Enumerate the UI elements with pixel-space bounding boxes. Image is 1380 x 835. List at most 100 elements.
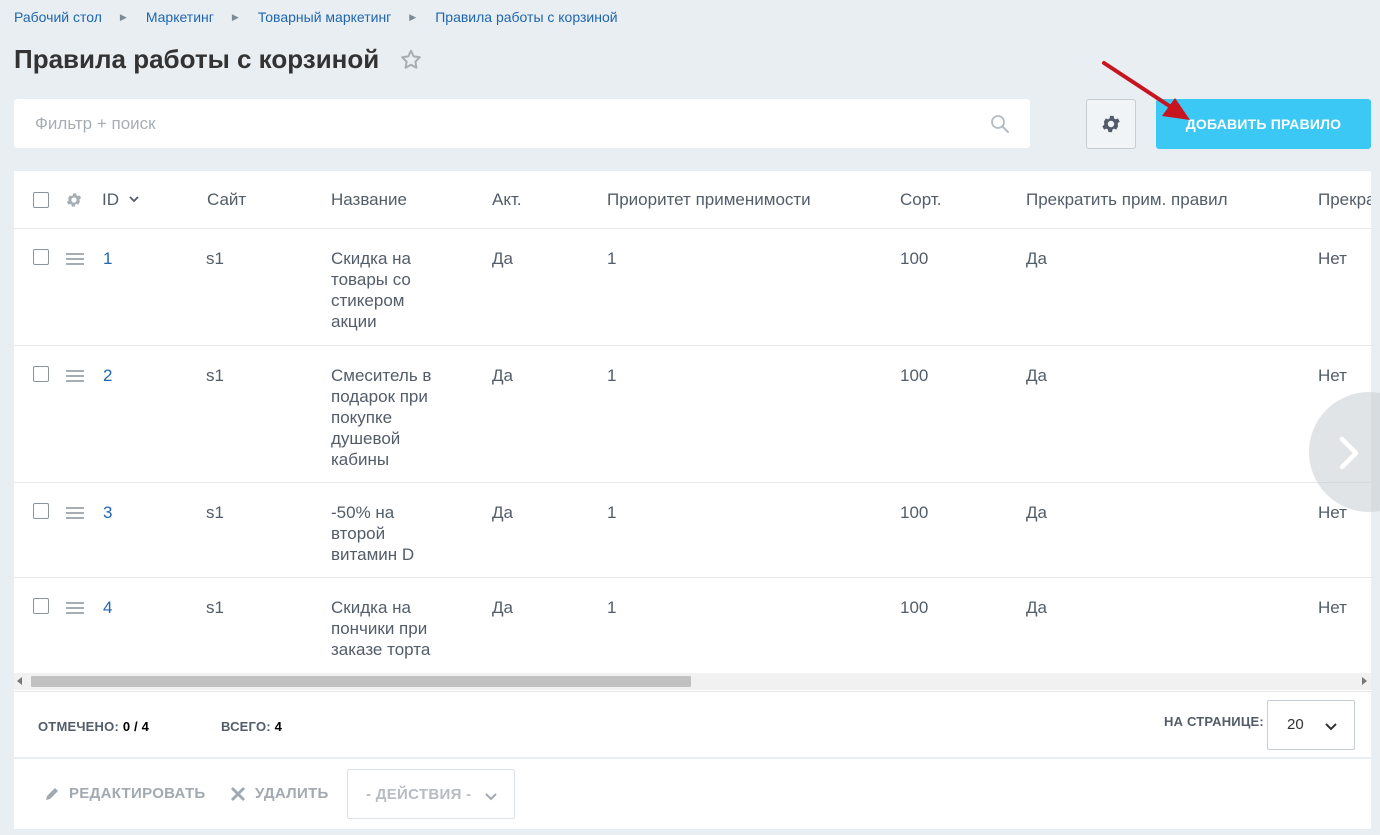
column-header-stop-rules[interactable]: Прекратить прим. правил — [1026, 189, 1228, 210]
row-priority: 1 — [607, 249, 617, 268]
breadcrumb-item-cart-rules[interactable]: Правила работы с корзиной — [435, 9, 617, 25]
per-page-label: НА СТРАНИЦЕ: — [1164, 714, 1264, 729]
row-id-link[interactable]: 1 — [103, 248, 112, 269]
page-title: Правила работы с корзиной — [14, 44, 380, 74]
total-count-label: ВСЕГО: — [221, 719, 271, 734]
row-site: s1 — [206, 503, 224, 522]
row-stop-further: Нет — [1318, 366, 1347, 385]
add-rule-button[interactable]: ДОБАВИТЬ ПРАВИЛО — [1156, 99, 1371, 149]
row-checkbox[interactable] — [33, 503, 49, 519]
row-site: s1 — [206, 598, 224, 617]
row-site: s1 — [206, 249, 224, 268]
page-title-row: Правила работы с корзиной — [14, 44, 423, 75]
row-stop-rules: Да — [1026, 249, 1047, 268]
row-stop-further: Нет — [1318, 598, 1347, 617]
drag-handle-icon[interactable] — [66, 369, 84, 383]
edit-button[interactable]: РЕДАКТИРОВАТЬ — [44, 785, 206, 802]
row-priority: 1 — [607, 503, 617, 522]
row-active: Да — [492, 503, 513, 522]
total-count-value: 4 — [274, 719, 283, 734]
row-name: -50% на второй витамин D — [331, 503, 415, 564]
row-sort: 100 — [900, 598, 929, 617]
column-header-name[interactable]: Название — [331, 189, 407, 210]
filter-search-box — [14, 99, 1030, 148]
row-id-link[interactable]: 4 — [103, 597, 112, 618]
chevron-right-icon: ▶ — [119, 11, 127, 22]
column-header-site[interactable]: Сайт — [207, 189, 246, 210]
column-header-id-label: ID — [102, 190, 119, 209]
row-checkbox[interactable] — [33, 598, 49, 614]
row-stop-rules: Да — [1026, 366, 1047, 385]
chevron-down-icon — [1325, 723, 1337, 731]
scroll-right-arrow-icon[interactable] — [1362, 677, 1367, 685]
row-checkbox[interactable] — [33, 249, 49, 265]
column-settings-icon[interactable] — [65, 191, 83, 214]
selected-count-value: 0 / 4 — [122, 719, 150, 734]
breadcrumb: Рабочий стол ▶ Маркетинг ▶ Товарный марк… — [14, 9, 618, 25]
breadcrumb-item-marketing[interactable]: Маркетинг — [146, 9, 214, 25]
close-icon — [230, 786, 246, 801]
row-priority: 1 — [607, 366, 617, 385]
row-stop-rules: Да — [1026, 503, 1047, 522]
row-priority: 1 — [607, 598, 617, 617]
row-checkbox[interactable] — [33, 366, 49, 382]
actions-select-value: - ДЕЙСТВИЯ - — [366, 786, 472, 803]
star-icon[interactable] — [399, 48, 423, 72]
breadcrumb-item-product-marketing[interactable]: Товарный маркетинг — [258, 9, 391, 25]
delete-button[interactable]: УДАЛИТЬ — [230, 785, 329, 802]
per-page-value: 20 — [1287, 716, 1304, 733]
row-name: Смеситель в подарок при покупке душевой … — [331, 366, 432, 469]
row-sort: 100 — [900, 366, 929, 385]
row-sort: 100 — [900, 249, 929, 268]
rules-grid: ID Сайт Название Акт. Приоритет применим… — [14, 171, 1371, 691]
grid-footer: ОТМЕЧЕНО: 0 / 4 ВСЕГО: 4 НА СТРАНИЦЕ: 20 — [14, 691, 1371, 757]
row-name: Скидка на пончики при заказе торта — [331, 598, 431, 659]
delete-button-label: УДАЛИТЬ — [255, 785, 329, 802]
chevron-down-icon — [485, 793, 497, 801]
row-sort: 100 — [900, 503, 929, 522]
table-row[interactable]: 3 s1 -50% на второй витамин D Да 1 100 Д… — [14, 483, 1371, 578]
grid-header-row: ID Сайт Название Акт. Приоритет применим… — [14, 171, 1371, 229]
drag-handle-icon[interactable] — [66, 506, 84, 520]
row-site: s1 — [206, 366, 224, 385]
row-name: Скидка на товары со стикером акции — [331, 249, 411, 331]
chevron-right-icon: ▶ — [231, 11, 239, 22]
pencil-icon — [46, 787, 58, 800]
total-count: ВСЕГО: 4 — [221, 719, 282, 734]
row-stop-further: Нет — [1318, 249, 1347, 268]
filter-search-input[interactable] — [35, 99, 975, 148]
selected-count: ОТМЕЧЕНО: 0 / 4 — [38, 719, 149, 734]
table-row[interactable]: 2 s1 Смеситель в подарок при покупке душ… — [14, 346, 1371, 483]
select-all-checkbox[interactable] — [33, 192, 49, 208]
row-active: Да — [492, 598, 513, 617]
chevron-right-icon — [1339, 436, 1359, 470]
column-header-sort[interactable]: Сорт. — [900, 189, 941, 210]
scroll-left-arrow-icon[interactable] — [17, 677, 22, 685]
row-id-link[interactable]: 3 — [103, 502, 112, 523]
per-page-select[interactable]: 20 — [1267, 700, 1355, 750]
edit-button-label: РЕДАКТИРОВАТЬ — [69, 785, 206, 802]
column-header-id[interactable]: ID — [102, 189, 140, 210]
breadcrumb-item-desktop[interactable]: Рабочий стол — [14, 9, 102, 25]
search-icon[interactable] — [990, 114, 1010, 134]
row-active: Да — [492, 366, 513, 385]
action-bar: РЕДАКТИРОВАТЬ УДАЛИТЬ - ДЕЙСТВИЯ - — [14, 759, 1371, 829]
row-active: Да — [492, 249, 513, 268]
row-stop-rules: Да — [1026, 598, 1047, 617]
scrollbar-thumb[interactable] — [31, 676, 691, 687]
horizontal-scrollbar[interactable] — [14, 673, 1371, 690]
settings-button[interactable] — [1086, 99, 1136, 149]
drag-handle-icon[interactable] — [66, 601, 84, 615]
chevron-right-icon: ▶ — [409, 11, 417, 22]
table-row[interactable]: 1 s1 Скидка на товары со стикером акции … — [14, 229, 1371, 346]
chevron-down-icon — [129, 196, 139, 203]
column-header-stop-further[interactable]: Прекра — [1318, 189, 1371, 210]
column-header-active[interactable]: Акт. — [492, 189, 522, 210]
table-row[interactable]: 4 s1 Скидка на пончики при заказе торта … — [14, 578, 1371, 674]
actions-select[interactable]: - ДЕЙСТВИЯ - — [347, 769, 515, 819]
drag-handle-icon[interactable] — [66, 252, 84, 266]
selected-count-label: ОТМЕЧЕНО: — [38, 719, 119, 734]
row-id-link[interactable]: 2 — [103, 365, 112, 386]
column-header-priority[interactable]: Приоритет применимости — [607, 189, 811, 210]
gear-icon — [1102, 115, 1120, 133]
